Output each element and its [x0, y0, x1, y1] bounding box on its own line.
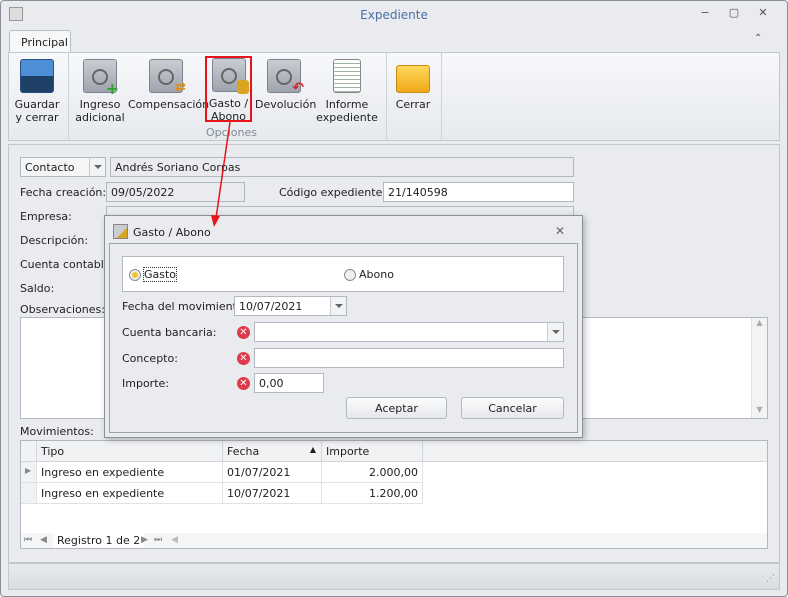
arrow-head	[211, 215, 220, 227]
arrow-line	[215, 121, 231, 219]
annotation-arrow	[211, 121, 231, 227]
